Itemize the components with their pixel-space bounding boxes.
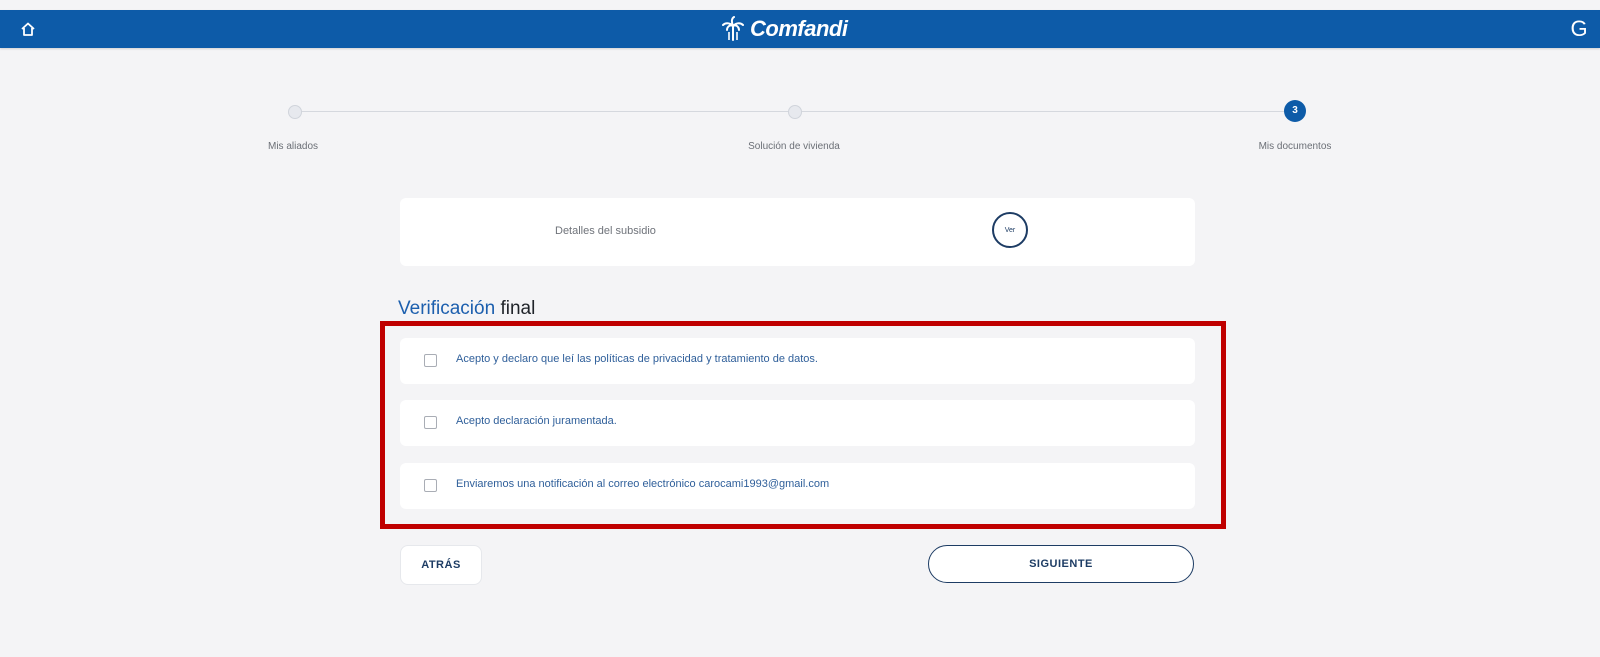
progress-stepper: 3 Mis aliados Solución de vivienda Mis d… — [0, 0, 1600, 170]
subsidy-details-card[interactable]: Detalles del subsidio Ver — [400, 198, 1195, 266]
section-title: Verificación final — [398, 298, 535, 320]
stepper-connector — [300, 111, 790, 112]
step-3-label: Mis documentos — [1258, 141, 1332, 152]
step-3-indicator: 3 — [1284, 100, 1306, 122]
step-1-label: Mis aliados — [267, 141, 319, 152]
stepper-connector — [800, 111, 1288, 112]
section-title-accent: Verificación — [398, 298, 496, 319]
section-title-rest: final — [500, 298, 536, 319]
step-2-indicator — [788, 105, 802, 119]
subsidy-details-label: Detalles del subsidio — [555, 225, 656, 237]
step-1-indicator — [288, 105, 302, 119]
back-button[interactable]: ATRÁS — [400, 545, 482, 585]
step-2-label: Solución de vivienda — [748, 141, 840, 152]
view-details-button[interactable]: Ver — [992, 212, 1028, 248]
highlight-box — [380, 321, 1226, 529]
next-button[interactable]: SIGUIENTE — [928, 545, 1194, 583]
